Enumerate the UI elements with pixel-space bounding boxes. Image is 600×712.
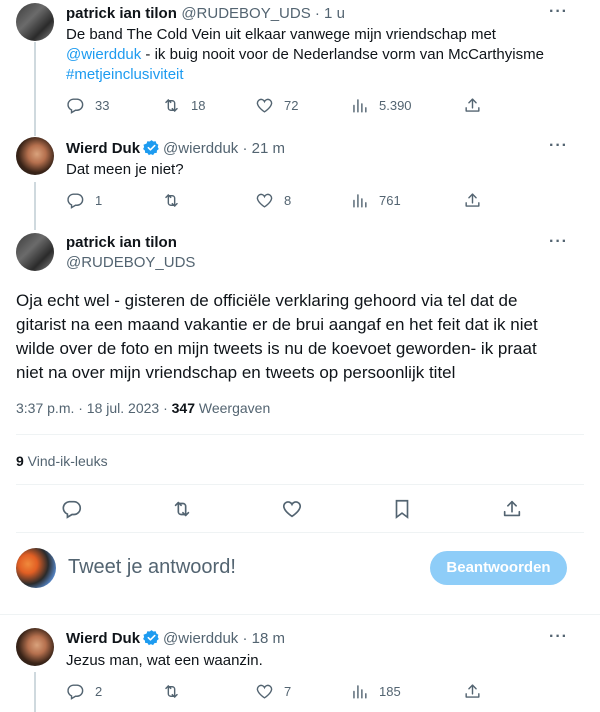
share-button[interactable] xyxy=(501,498,533,520)
more-options-icon[interactable]: ··· xyxy=(549,233,568,251)
views-button[interactable]: 5.390 xyxy=(350,96,412,115)
author-handle-time[interactable]: @RUDEBOY_UDS · 1 u xyxy=(181,5,345,22)
bookmark-button[interactable] xyxy=(391,498,423,520)
more-options-icon[interactable]: ··· xyxy=(549,3,568,21)
divider xyxy=(16,532,584,533)
bookmark-icon xyxy=(391,498,413,520)
reply-submit-button[interactable]: Beantwoorden xyxy=(430,551,567,585)
like-button[interactable]: 72 xyxy=(255,96,298,115)
divider xyxy=(0,614,600,615)
tweet-meta: 3:37 p.m. · 18 jul. 2023 · 347 Weergaven xyxy=(16,400,270,416)
tweet-text: Oja echt wel - gisteren de officiële ver… xyxy=(16,291,538,382)
views-icon xyxy=(350,191,369,210)
author-name[interactable]: patrick ian tilon xyxy=(66,234,177,251)
reply-button[interactable] xyxy=(61,498,93,520)
reply-button[interactable]: 2 xyxy=(66,682,102,701)
retweet-icon xyxy=(162,191,181,210)
retweet-button[interactable]: 18 xyxy=(162,96,205,115)
views-label: Weergaven xyxy=(195,400,271,416)
thread-line xyxy=(34,672,36,712)
author-name[interactable]: Wierd Duk xyxy=(66,630,140,647)
retweet-button[interactable] xyxy=(162,682,191,701)
divider xyxy=(16,484,584,485)
retweet-icon xyxy=(162,682,181,701)
reply-icon xyxy=(66,191,85,210)
avatar[interactable] xyxy=(16,233,54,271)
views-icon xyxy=(350,96,369,115)
like-button[interactable] xyxy=(281,498,313,520)
reply-icon xyxy=(66,96,85,115)
hashtag-link[interactable]: #metjeinclusiviteit xyxy=(66,66,184,83)
like-button[interactable]: 8 xyxy=(255,191,291,210)
author-handle-time[interactable]: @wierdduk · 21 m xyxy=(163,140,285,157)
retweet-button[interactable] xyxy=(162,191,191,210)
avatar[interactable] xyxy=(16,137,54,175)
timestamp-link[interactable]: 3:37 p.m. · 18 jul. 2023 · xyxy=(16,400,172,416)
retweet-icon xyxy=(171,498,193,520)
like-icon xyxy=(255,191,274,210)
share-icon xyxy=(463,191,482,210)
share-icon xyxy=(463,96,482,115)
share-icon xyxy=(501,498,523,520)
tweet-text: Jezus man, wat een waanzin. xyxy=(66,652,263,669)
verified-badge-icon xyxy=(143,629,160,646)
tweet-text: Dat meen je niet? xyxy=(66,161,184,178)
reply-icon xyxy=(61,498,83,520)
tweet-text: De band The Cold Vein uit elkaar vanwege… xyxy=(66,26,544,83)
user-avatar[interactable] xyxy=(16,548,56,588)
divider xyxy=(16,434,584,435)
views-count: 347 xyxy=(171,400,195,416)
like-icon xyxy=(255,682,274,701)
like-button[interactable]: 7 xyxy=(255,682,291,701)
views-button[interactable]: 761 xyxy=(350,191,401,210)
like-icon xyxy=(281,498,303,520)
avatar[interactable] xyxy=(16,628,54,666)
author-name[interactable]: Wierd Duk xyxy=(66,140,140,157)
author-name[interactable]: patrick ian tilon xyxy=(66,5,177,22)
more-options-icon[interactable]: ··· xyxy=(549,137,568,155)
share-button[interactable] xyxy=(463,682,492,701)
views-button[interactable]: 185 xyxy=(350,682,401,701)
reply-input[interactable]: Tweet je antwoord! xyxy=(68,556,236,579)
share-button[interactable] xyxy=(463,96,492,115)
more-options-icon[interactable]: ··· xyxy=(549,628,568,646)
share-button[interactable] xyxy=(463,191,492,210)
reply-button[interactable]: 33 xyxy=(66,96,109,115)
avatar[interactable] xyxy=(16,3,54,41)
like-icon xyxy=(255,96,274,115)
retweet-button[interactable] xyxy=(171,498,203,520)
reply-icon xyxy=(66,682,85,701)
thread-line xyxy=(34,42,36,136)
likes-stat[interactable]: 9 Vind-ik-leuks xyxy=(16,453,108,469)
thread-line xyxy=(34,182,36,230)
reply-button[interactable]: 1 xyxy=(66,191,102,210)
author-handle[interactable]: @RUDEBOY_UDS xyxy=(66,254,195,271)
verified-badge-icon xyxy=(143,139,160,156)
views-icon xyxy=(350,682,369,701)
mention-link[interactable]: @wierdduk xyxy=(66,46,141,63)
share-icon xyxy=(463,682,482,701)
retweet-icon xyxy=(162,96,181,115)
author-handle-time[interactable]: @wierdduk · 18 m xyxy=(163,630,285,647)
